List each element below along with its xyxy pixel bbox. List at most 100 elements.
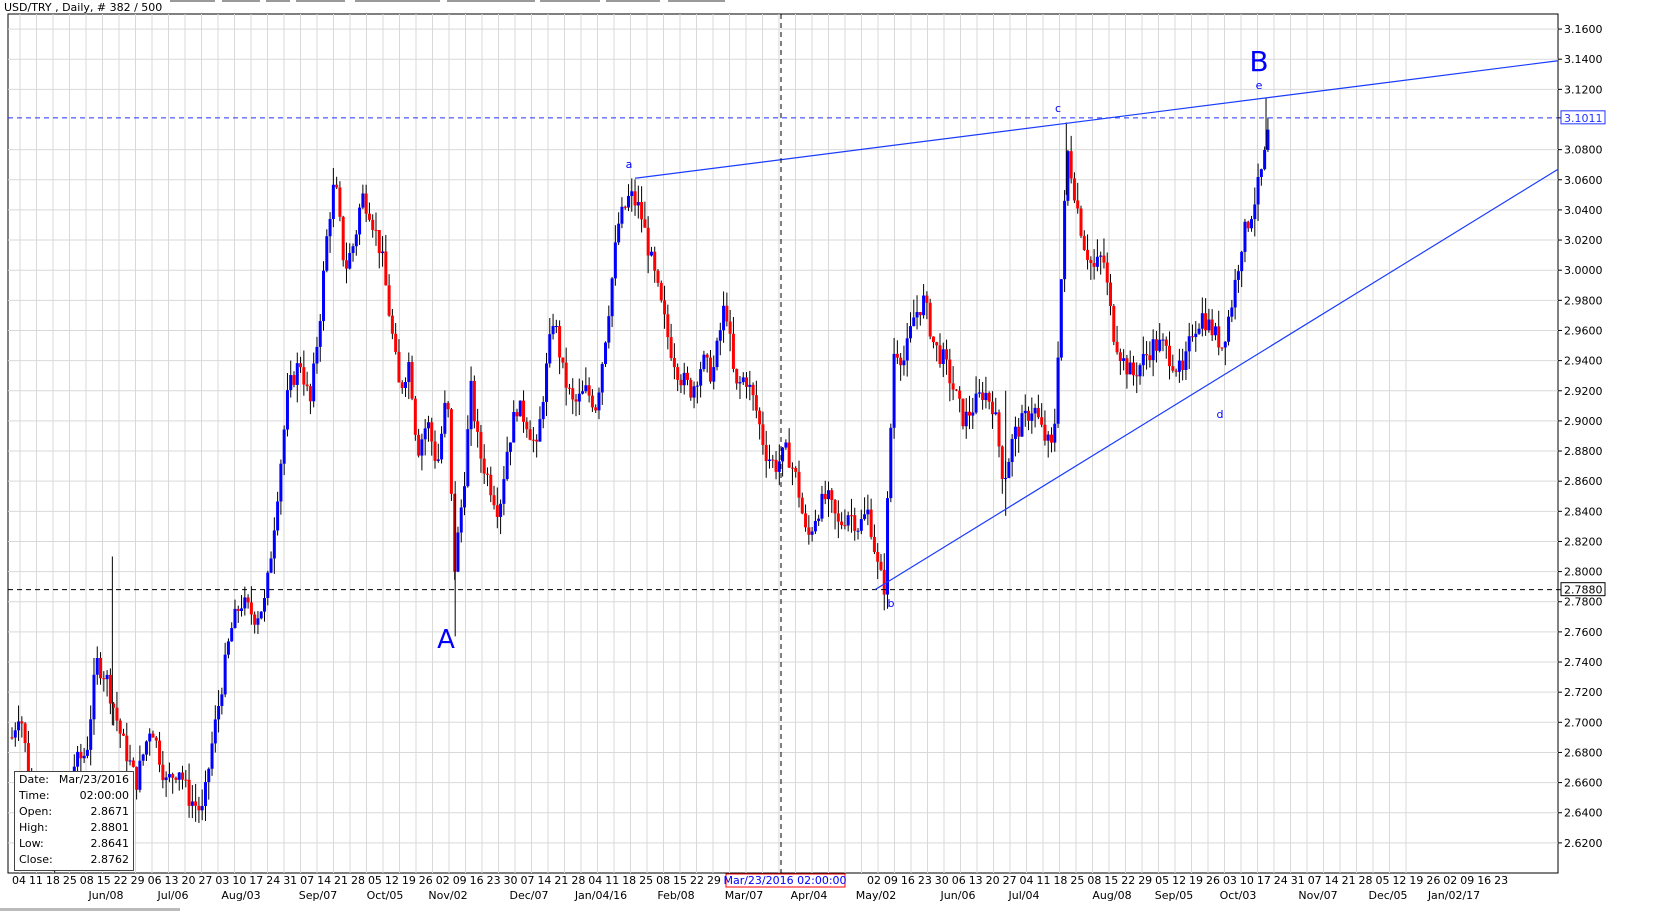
y-tick-label: 2.7600 [1564,626,1603,639]
x-tick-label: 06 [952,874,966,887]
y-tick-label: 2.7880 [1564,584,1603,597]
candle-body [76,751,80,767]
x-tick-label: 31 [1291,874,1305,887]
y-tick-label: 3.1600 [1564,23,1603,36]
candle-body [148,733,152,742]
candle-body [102,678,106,680]
x-tick-label: 16 [1477,874,1491,887]
candle-body [1095,256,1099,267]
x-tick-label: 21 [334,874,348,887]
candle-body [128,760,132,762]
x-tick-label: 16 [470,874,484,887]
candle-body [1213,326,1217,336]
candle-body [436,459,440,461]
candle-body [679,379,683,386]
candle-body [863,514,867,520]
candle-body [1246,221,1250,229]
candle-body [282,429,286,464]
x-tick-label: 27 [1003,874,1017,887]
candle-body [849,515,853,517]
plot-area [7,13,1559,874]
candle-body [640,202,644,220]
candle-body [315,346,319,364]
y-tick-label: 2.7200 [1564,686,1603,699]
candle-body [423,428,427,440]
candle-body [754,395,758,411]
candle-body [85,749,89,756]
candle-body [787,442,791,468]
candle-body [617,223,621,243]
y-tick-label: 2.6600 [1564,777,1603,790]
candle-body [968,411,972,416]
candle-body [935,342,939,346]
y-tick-label: 2.8400 [1564,505,1603,518]
candle-body [387,285,391,316]
candle-body [1027,410,1031,421]
candle-body [295,363,299,385]
candle-body [1105,262,1109,283]
toolbar-strip [266,0,290,2]
candle-body [1125,358,1129,375]
candle-body [948,359,952,384]
y-tick-label: 3.0600 [1564,174,1603,187]
x-tick-label: 12 [1392,874,1406,887]
candle-body [695,385,699,387]
candle-body [13,730,17,738]
candle-body [249,602,253,615]
candle-body [623,206,627,208]
x-tick-label: 26 [1426,874,1440,887]
x-tick-label: 25 [639,874,653,887]
candle-body [1017,426,1021,437]
candle-body [699,369,703,386]
candle-body [344,260,348,269]
candle-body [1197,328,1201,334]
candle-body [1135,375,1139,377]
candle-body [1154,339,1158,351]
candle-body [125,735,129,762]
candle-body [377,230,381,254]
info-row-date: Date: Mar/23/2016 [19,773,129,786]
x-tick-label: 02 [867,874,881,887]
wave-label-b: b [888,597,895,610]
toolbar-strip [170,0,215,2]
wave-label-A: A [437,625,455,655]
y-axis: 3.1600 3.1400 3.1200 3.1011 3.0800 3.0600 3.04… [1558,23,1606,850]
candle-body [463,486,467,508]
candle-body [918,312,922,316]
candle-body [417,434,421,456]
toolbar-strip [296,0,345,2]
candle-body [118,720,122,734]
candle-body [1158,339,1162,351]
candle-body [121,733,125,736]
x-month-label: Oct/05 [367,889,404,902]
candle-body [728,321,732,334]
chart-canvas[interactable]: 3.1600 3.1400 3.1200 3.1011 3.0800 3.0600 3.04… [0,0,1677,920]
x-tick-label: 07 [521,874,535,887]
candle-body [649,251,653,256]
candle-body [446,402,450,410]
candle-body [987,392,991,402]
x-tick-label: 09 [884,874,898,887]
x-tick-label: 11 [605,874,619,887]
candle-body [774,459,778,472]
candle-body [1171,366,1175,371]
x-tick-label: 16 [901,874,915,887]
y-tick-label: 2.8000 [1564,566,1603,579]
x-tick-label: 19 [402,874,416,887]
x-tick-label: 28 [351,874,365,887]
candle-body [964,411,968,427]
candle-body [276,501,280,531]
x-month-label: Sep/05 [1155,889,1193,902]
candle-body [859,519,863,531]
candle-body [938,345,942,364]
candle-body [171,774,175,778]
candle-body [899,357,903,366]
x-month-label: Nov/07 [1298,889,1337,902]
x-tick-label: 03 [215,874,229,887]
candle-body [1236,271,1240,280]
candle-body [1109,282,1113,307]
x-tick-label: 04 [12,874,26,887]
candle-body [554,326,558,328]
candle-body [266,572,270,598]
candle-body [262,597,266,612]
